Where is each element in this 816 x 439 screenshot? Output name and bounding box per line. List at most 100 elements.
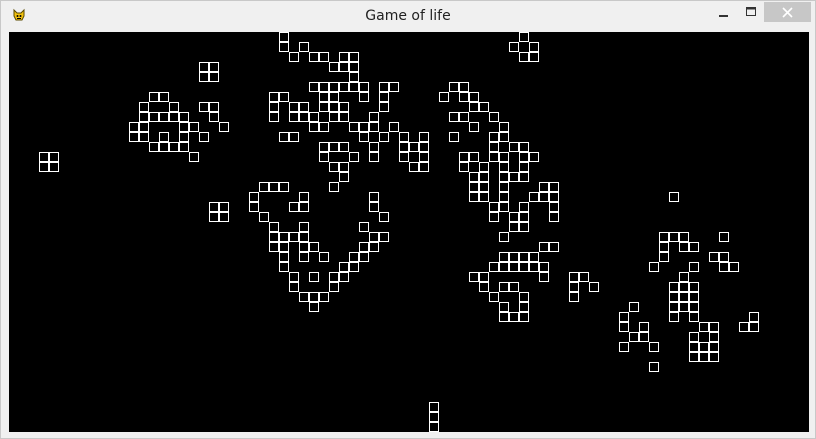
title-bar[interactable]: Game of life [1,1,815,31]
live-cell [279,92,289,102]
live-cell [509,212,519,222]
live-cell [719,262,729,272]
live-cell [399,132,409,142]
live-cell [199,72,209,82]
live-cell [529,192,539,202]
live-cell [259,212,269,222]
live-cell [529,262,539,272]
live-cell [199,62,209,72]
live-cell [379,92,389,102]
live-cell [579,272,589,282]
live-cell [369,202,379,212]
live-cell [409,162,419,172]
live-cell [39,162,49,172]
live-cell [469,102,479,112]
close-button[interactable] [764,2,811,22]
live-cell [309,292,319,302]
live-cell [459,92,469,102]
live-cell [279,232,289,242]
live-cell [549,242,559,252]
live-cell [389,82,399,92]
live-cell [269,92,279,102]
live-cell [689,292,699,302]
live-cell [749,322,759,332]
live-cell [509,222,519,232]
live-cell [269,242,279,252]
live-cell [369,122,379,132]
live-cell [499,312,509,322]
live-cell [469,272,479,282]
live-cell [519,32,529,42]
live-cell [479,282,489,292]
live-cell [689,282,699,292]
minimize-icon [709,2,739,22]
live-cell [439,92,449,102]
live-cell [489,262,499,272]
live-cell [369,142,379,152]
live-cell [479,162,489,172]
live-cell [499,172,509,182]
live-cell [569,272,579,282]
live-cell [519,222,529,232]
live-cell [299,252,309,262]
live-cell [339,102,349,112]
minimize-button[interactable] [709,2,739,22]
live-cell [159,92,169,102]
live-cell [179,142,189,152]
live-cell [679,272,689,282]
live-cell [669,302,679,312]
live-cell [279,132,289,142]
live-cell [339,52,349,62]
live-cell [379,212,389,222]
live-cell [499,152,509,162]
live-cell [369,242,379,252]
live-cell [269,232,279,242]
live-cell [519,212,529,222]
live-cell [299,42,309,52]
live-cell [549,212,559,222]
live-cell [209,62,219,72]
live-cell [289,232,299,242]
live-cell [39,152,49,162]
live-cell [679,242,689,252]
live-cell [739,322,749,332]
live-cell [329,62,339,72]
live-cell [549,202,559,212]
live-cell [169,112,179,122]
live-cell [459,112,469,122]
live-cell [399,152,409,162]
live-cell [279,242,289,252]
maximize-icon [738,2,765,22]
live-cell [509,42,519,52]
live-cell [279,262,289,272]
live-cell [269,222,279,232]
live-cell [419,152,429,162]
live-cell [319,252,329,262]
live-cell [339,82,349,92]
live-cell [409,142,419,152]
live-cell [329,182,339,192]
live-cell [489,292,499,302]
live-cell [329,282,339,292]
live-cell [659,242,669,252]
live-cell [299,222,309,232]
live-cell [199,102,209,112]
live-cell [749,312,759,322]
live-cell [429,422,439,432]
live-cell [499,202,509,212]
live-cell [349,72,359,82]
live-cell [459,162,469,172]
live-cell [49,162,59,172]
live-cell [309,272,319,282]
live-cell [489,112,499,122]
maximize-button[interactable] [738,2,765,22]
live-cell [139,112,149,122]
live-cell [139,122,149,132]
live-cell [659,232,669,242]
game-board[interactable] [9,32,809,432]
live-cell [159,112,169,122]
live-cell [149,142,159,152]
live-cell [519,162,529,172]
live-cell [669,232,679,242]
live-cell [519,302,529,312]
